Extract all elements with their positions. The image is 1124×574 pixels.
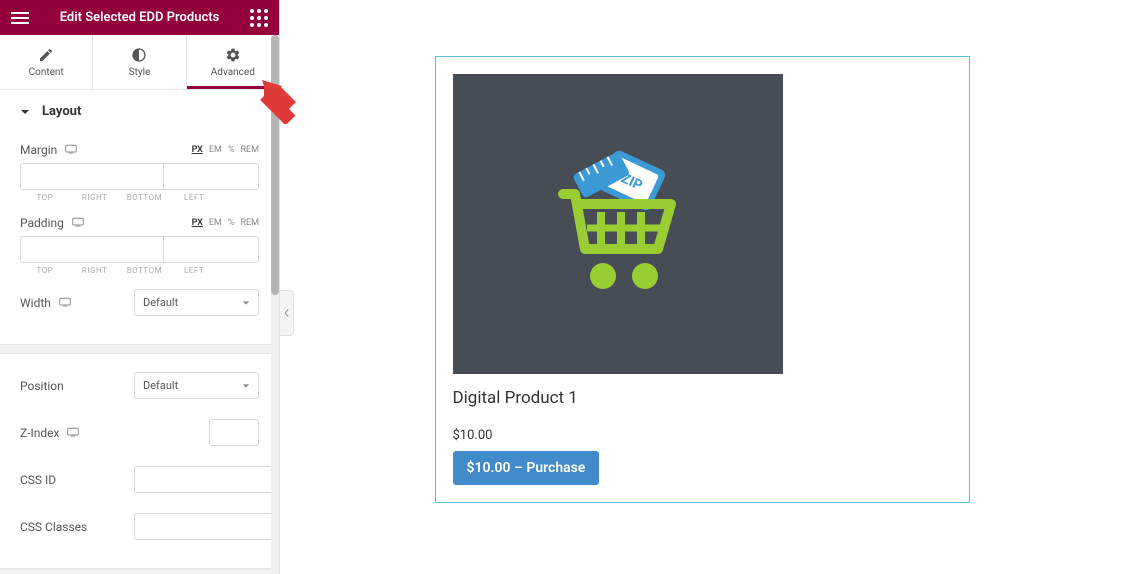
editor-sidebar: Edit Selected EDD Products Content Style… bbox=[0, 0, 280, 574]
position-select[interactable]: Default bbox=[134, 372, 259, 399]
control-margin: Margin PX EM % REM bbox=[20, 133, 259, 206]
control-position: Position Default bbox=[20, 362, 259, 409]
desktop-icon[interactable] bbox=[67, 426, 79, 440]
desktop-icon[interactable] bbox=[72, 216, 84, 230]
cssid-input[interactable] bbox=[134, 466, 279, 493]
unit-rem[interactable]: REM bbox=[240, 218, 259, 228]
zindex-label: Z-Index bbox=[20, 426, 59, 440]
padding-inputs bbox=[20, 236, 259, 263]
padding-label: Padding bbox=[20, 216, 64, 230]
section-layout: Layout Margin PX EM % bbox=[0, 90, 279, 569]
caret-down-icon bbox=[20, 107, 30, 117]
caret-down-icon bbox=[242, 299, 250, 307]
control-cssclasses: CSS Classes bbox=[20, 503, 259, 550]
editor-tabs: Content Style Advanced bbox=[0, 35, 279, 90]
preview-canvas: ZIP bbox=[280, 0, 1124, 574]
contrast-icon bbox=[131, 47, 147, 63]
product-price: $10.00 bbox=[453, 428, 952, 443]
desktop-icon[interactable] bbox=[59, 296, 71, 310]
cssid-label: CSS ID bbox=[20, 473, 56, 487]
control-padding: Padding PX EM % REM bbox=[20, 206, 259, 279]
width-select[interactable]: Default bbox=[134, 289, 259, 316]
product-widget[interactable]: ZIP bbox=[435, 56, 970, 503]
menu-icon[interactable] bbox=[8, 6, 32, 30]
scrollbar[interactable] bbox=[271, 35, 279, 574]
unit-rem[interactable]: REM bbox=[240, 145, 259, 155]
control-cssid: CSS ID bbox=[20, 456, 259, 503]
product-image: ZIP bbox=[453, 74, 783, 374]
control-width: Width Default bbox=[20, 279, 259, 326]
tab-advanced[interactable]: Advanced bbox=[187, 35, 279, 89]
panel-body: Layout Margin PX EM % bbox=[0, 90, 279, 574]
margin-top-input[interactable] bbox=[21, 164, 164, 189]
unit-px[interactable]: PX bbox=[192, 218, 203, 228]
pencil-icon bbox=[38, 47, 54, 63]
padding-top-input[interactable] bbox=[21, 237, 164, 262]
unit-em[interactable]: EM bbox=[209, 218, 222, 228]
margin-inputs bbox=[20, 163, 259, 190]
desktop-icon[interactable] bbox=[65, 143, 77, 157]
unit-px[interactable]: PX bbox=[192, 145, 203, 155]
section-header-layout[interactable]: Layout bbox=[0, 90, 279, 133]
control-zindex: Z-Index bbox=[20, 409, 259, 456]
tab-style[interactable]: Style bbox=[93, 35, 186, 89]
caret-down-icon bbox=[242, 382, 250, 390]
panel-title: Edit Selected EDD Products bbox=[32, 10, 247, 25]
panel-header: Edit Selected EDD Products bbox=[0, 0, 279, 35]
margin-right-input[interactable] bbox=[164, 164, 259, 189]
margin-units: PX EM % REM bbox=[192, 145, 259, 155]
position-label: Position bbox=[20, 379, 64, 393]
apps-icon[interactable] bbox=[247, 6, 271, 30]
gear-icon bbox=[225, 47, 241, 63]
product-title: Digital Product 1 bbox=[453, 388, 952, 408]
unit-pct[interactable]: % bbox=[228, 218, 235, 228]
tab-content[interactable]: Content bbox=[0, 35, 93, 89]
unit-pct[interactable]: % bbox=[228, 145, 235, 155]
margin-label: Margin bbox=[20, 143, 57, 157]
purchase-button[interactable]: $10.00 – Purchase bbox=[453, 451, 600, 485]
cssclasses-label: CSS Classes bbox=[20, 520, 87, 534]
padding-right-input[interactable] bbox=[164, 237, 259, 262]
width-label: Width bbox=[20, 296, 51, 310]
padding-units: PX EM % REM bbox=[192, 218, 259, 228]
collapse-panel-button[interactable] bbox=[280, 290, 294, 336]
cssclasses-input[interactable] bbox=[134, 513, 279, 540]
zindex-input[interactable] bbox=[209, 419, 259, 446]
unit-em[interactable]: EM bbox=[209, 145, 222, 155]
